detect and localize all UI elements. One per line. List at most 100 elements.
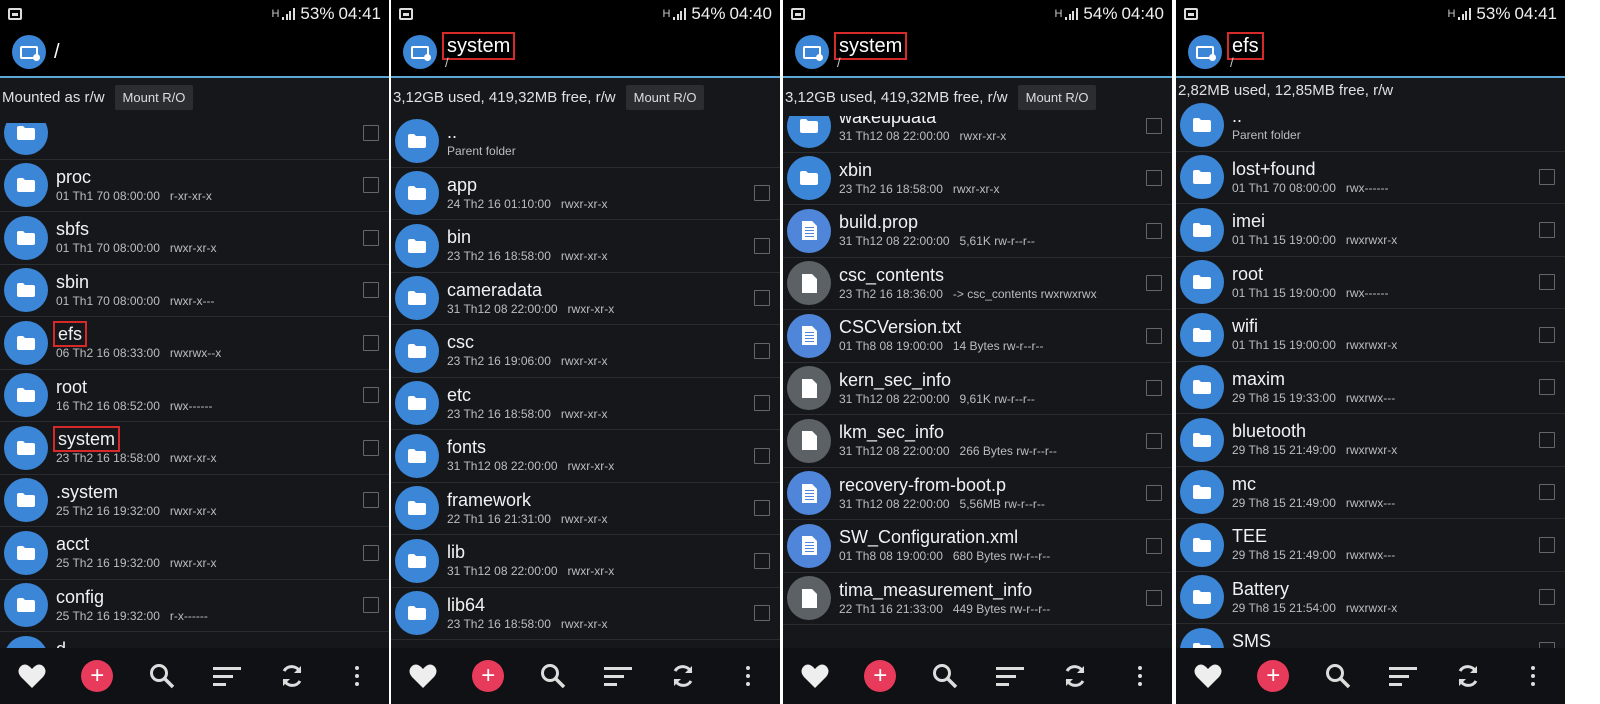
select-checkbox[interactable] [1539,221,1555,238]
storage-folder-icon[interactable] [1188,35,1222,69]
file-list-item[interactable]: recovery-from-boot.p 31 Th12 08 22:00:00 5… [783,468,1172,520]
mount-ro-button[interactable]: Mount R/O [1017,84,1097,110]
select-checkbox[interactable] [1146,485,1162,502]
select-checkbox[interactable] [1146,222,1162,239]
file-list-item[interactable]: sbfs 01 Th1 70 08:00:00 rwxr-xr-x [0,212,389,265]
select-checkbox[interactable] [363,229,379,246]
select-checkbox[interactable] [1146,590,1162,607]
sort-filter-icon[interactable] [602,660,634,692]
file-list-item[interactable]: system 23 Th2 16 18:58:00 rwxr-xr-x [0,422,389,475]
file-list-item[interactable]: app 24 Th2 16 01:10:00 rwxr-xr-x [391,168,780,220]
file-list-item[interactable]: .system 25 Th2 16 19:32:00 rwxr-xr-x [0,475,389,527]
storage-folder-icon[interactable] [795,35,829,69]
favorite-heart-icon[interactable] [407,660,439,692]
select-checkbox[interactable] [754,552,770,569]
file-list-item[interactable]: tima_measurement_info 22 Th1 16 21:33:00 4… [783,573,1172,625]
refresh-icon[interactable] [667,660,699,692]
add-plus-icon[interactable]: + [1257,660,1290,692]
file-list-item[interactable]: SW_Configuration.xml 01 Th8 08 19:00:00 68… [783,520,1172,573]
select-checkbox[interactable] [1146,275,1162,292]
file-list-item[interactable] [0,123,389,160]
more-vert-icon[interactable] [341,660,373,692]
file-list-item[interactable]: config 25 Th2 16 19:32:00 r-x------ [0,580,389,632]
add-plus-icon[interactable]: + [864,660,897,692]
file-list-item[interactable]: Battery 29 Th8 15 21:54:00 rwxrwxr-x [1176,572,1565,624]
select-checkbox[interactable] [363,282,379,299]
select-checkbox[interactable] [363,439,379,456]
file-list-item[interactable]: efs 06 Th2 16 08:33:00 rwxrwx--x [0,317,389,370]
search-icon[interactable] [146,660,178,692]
select-checkbox[interactable] [754,605,770,622]
sort-filter-icon[interactable] [994,660,1026,692]
select-checkbox[interactable] [1539,536,1555,553]
file-list-item[interactable]: .. Parent folder [1176,102,1565,152]
file-list-item[interactable]: lkm_sec_info 31 Th12 08 22:00:00 266 Bytes… [783,415,1172,468]
select-checkbox[interactable] [1539,274,1555,291]
mount-ro-button[interactable]: Mount R/O [114,84,194,110]
select-checkbox[interactable] [1146,432,1162,449]
sort-filter-icon[interactable] [1387,660,1419,692]
select-checkbox[interactable] [1146,170,1162,187]
file-list-item[interactable]: d25 Th2 16 19:32:00-> debug rwxrwxrwx [0,632,389,648]
add-plus-icon[interactable]: + [472,660,505,692]
select-checkbox[interactable] [754,290,770,307]
select-checkbox[interactable] [363,544,379,561]
file-list-item[interactable]: proc 01 Th1 70 08:00:00 r-xr-xr-x [0,160,389,212]
select-checkbox[interactable] [363,177,379,194]
favorite-heart-icon[interactable] [799,660,831,692]
file-list-item[interactable]: maxim 29 Th8 15 19:33:00 rwxrwx--- [1176,362,1565,414]
more-vert-icon[interactable] [1517,660,1549,692]
storage-folder-icon[interactable] [403,35,437,69]
file-list-item[interactable]: SMS [1176,624,1565,648]
file-list-item[interactable]: lib 31 Th12 08 22:00:00 rwxr-xr-x [391,535,780,588]
more-vert-icon[interactable] [732,660,764,692]
file-list-item[interactable]: imei 01 Th1 15 19:00:00 rwxrwxr-x [1176,204,1565,257]
file-list-item[interactable]: root 16 Th2 16 08:52:00 rwx------ [0,370,389,422]
select-checkbox[interactable] [1146,380,1162,397]
file-list-item[interactable]: TEE 29 Th8 15 21:49:00 rwxrwx--- [1176,519,1565,572]
favorite-heart-icon[interactable] [16,660,48,692]
file-list-item[interactable]: csc_contents 23 Th2 16 18:36:00 -> csc_con… [783,258,1172,310]
select-checkbox[interactable] [754,342,770,359]
file-list-item[interactable]: acct 25 Th2 16 19:32:00 rwxr-xr-x [0,527,389,580]
file-list-item[interactable]: wifi 01 Th1 15 19:00:00 rwxrwxr-x [1176,309,1565,362]
select-checkbox[interactable] [1146,327,1162,344]
select-checkbox[interactable] [363,492,379,509]
file-list-item[interactable]: root 01 Th1 15 19:00:00 rwx------ [1176,257,1565,309]
file-list-item[interactable]: build.prop 31 Th12 08 22:00:00 5,61K rw-r-… [783,205,1172,258]
select-checkbox[interactable] [1146,537,1162,554]
file-list-item[interactable]: mc 29 Th8 15 21:49:00 rwxrwx--- [1176,467,1565,519]
storage-folder-icon[interactable] [12,35,46,69]
mount-ro-button[interactable]: Mount R/O [625,84,705,110]
file-list-item[interactable]: xbin 23 Th2 16 18:58:00 rwxr-xr-x [783,153,1172,205]
search-icon[interactable] [537,660,569,692]
select-checkbox[interactable] [754,500,770,517]
file-list-item[interactable]: .. Parent folder [391,116,780,168]
select-checkbox[interactable] [754,395,770,412]
select-checkbox[interactable] [1539,169,1555,186]
select-checkbox[interactable] [1539,326,1555,343]
search-icon[interactable] [929,660,961,692]
file-list-item[interactable]: CSCVersion.txt 01 Th8 08 19:00:00 14 Bytes… [783,310,1172,363]
file-list-item[interactable]: lost+found 01 Th1 70 08:00:00 rwx------ [1176,152,1565,204]
select-checkbox[interactable] [363,334,379,351]
file-list-item[interactable]: etc 23 Th2 16 18:58:00 rwxr-xr-x [391,378,780,430]
file-list-item[interactable]: csc 23 Th2 16 19:06:00 rwxr-xr-x [391,325,780,378]
file-list-item[interactable]: kern_sec_info 31 Th12 08 22:00:00 9,61K rw… [783,363,1172,415]
select-checkbox[interactable] [1539,379,1555,396]
add-plus-icon[interactable]: + [81,660,114,692]
search-icon[interactable] [1322,660,1354,692]
file-list-item[interactable]: lib64 23 Th2 16 18:58:00 rwxr-xr-x [391,588,780,640]
select-checkbox[interactable] [754,447,770,464]
select-checkbox[interactable] [754,185,770,202]
select-checkbox[interactable] [363,387,379,404]
refresh-icon[interactable] [1059,660,1091,692]
more-vert-icon[interactable] [1124,660,1156,692]
sort-filter-icon[interactable] [211,660,243,692]
select-checkbox[interactable] [1539,484,1555,501]
select-checkbox[interactable] [1146,117,1162,134]
select-checkbox[interactable] [363,124,379,141]
file-list-item[interactable]: wakeupdata 31 Th12 08 22:00:00 rwxr-xr-x [783,116,1172,153]
file-list-item[interactable]: framework 22 Th1 16 21:31:00 rwxr-xr-x [391,483,780,535]
file-list-item[interactable]: bin 23 Th2 16 18:58:00 rwxr-xr-x [391,220,780,273]
